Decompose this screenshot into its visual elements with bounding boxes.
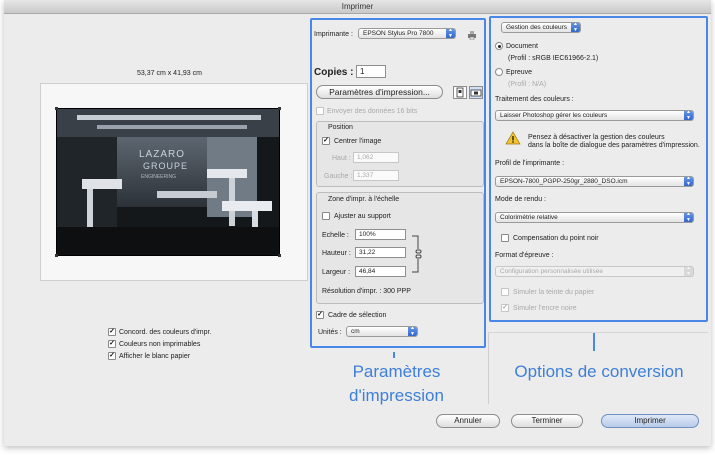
crop-handle-bl[interactable] <box>55 254 58 257</box>
crop-handle-br[interactable] <box>278 254 281 257</box>
conversion-options-highlight <box>489 16 708 322</box>
window-title: Imprimer <box>4 0 711 14</box>
logo-line-3: ENGINEERING <box>141 174 176 180</box>
print-dimensions: 53,37 cm x 41,93 cm <box>137 70 202 77</box>
gamut-warning-checkbox[interactable]: ✓ <box>108 340 116 348</box>
color-match-label: Concord. des couleurs d'impr. <box>119 329 212 336</box>
color-match-checkbox[interactable]: ✓ <box>108 328 116 336</box>
print-settings-callout-line-1: Paramètres <box>352 362 441 381</box>
print-settings-pointer <box>393 352 395 358</box>
logo-line-2: GROUPE <box>143 161 188 171</box>
done-button[interactable]: Terminer <box>511 414 583 428</box>
office-photo: LAZARO GROUPE ENGINEERING <box>57 109 279 255</box>
print-settings-highlight <box>310 18 486 348</box>
crop-handle-tl[interactable] <box>55 107 58 110</box>
paper-white-checkbox[interactable]: ✓ <box>108 352 116 360</box>
print-button[interactable]: Imprimer <box>601 414 699 428</box>
print-settings-callout-line-2: d'impression <box>349 386 444 405</box>
paper-white-label: Afficher le blanc papier <box>119 353 191 360</box>
preview-image[interactable]: LAZARO GROUPE ENGINEERING <box>56 108 280 256</box>
logo-line-1: LAZARO <box>139 149 185 160</box>
crop-handle-tr[interactable] <box>278 107 281 110</box>
cancel-button[interactable]: Annuler <box>436 414 500 428</box>
conversion-callout: Options de conversion <box>514 362 684 381</box>
print-dialog: Imprimer 53,37 cm x 41,93 cm LAZARO GROU… <box>4 0 711 446</box>
gamut-warning-label: Couleurs non imprimables <box>119 341 201 348</box>
conversion-pointer <box>593 333 595 351</box>
print-preview: LAZARO GROUPE ENGINEERING <box>40 83 308 281</box>
